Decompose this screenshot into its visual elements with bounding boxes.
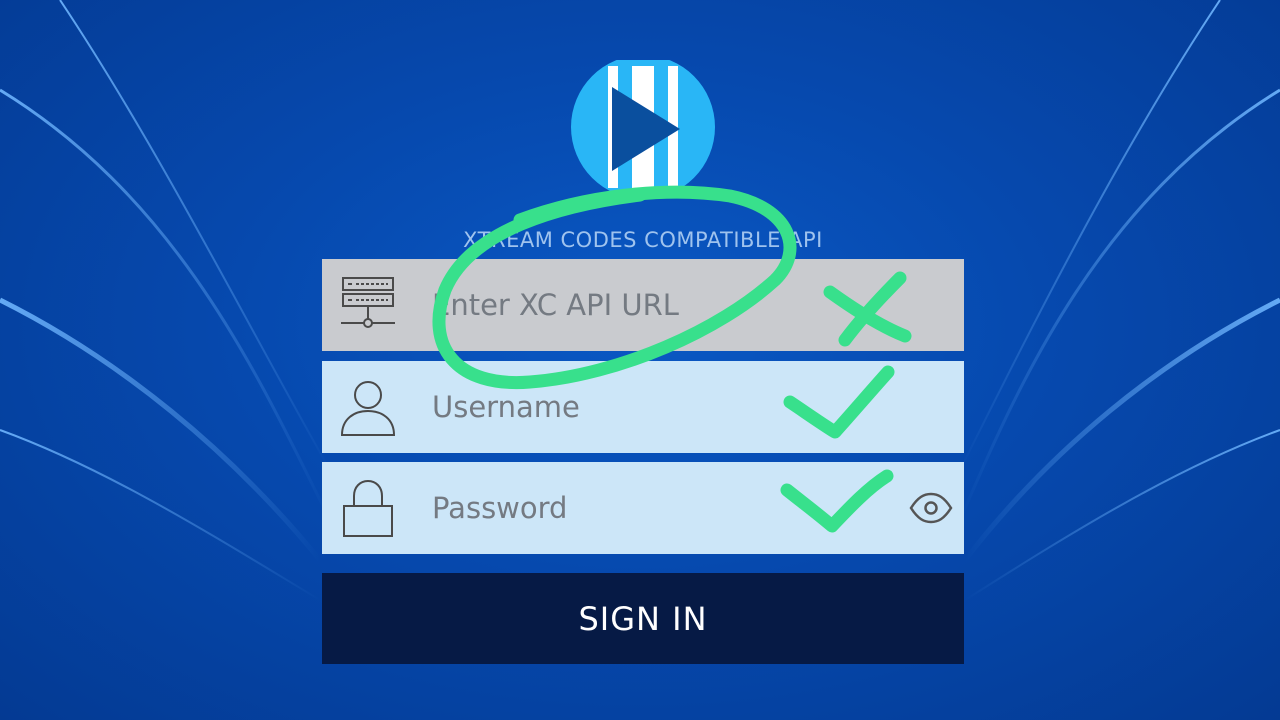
- play-logo-icon: [571, 60, 715, 194]
- eye-icon[interactable]: [908, 488, 954, 528]
- server-icon: [322, 259, 414, 351]
- sign-in-button[interactable]: SIGN IN: [322, 573, 964, 664]
- password-field-row: [322, 462, 964, 554]
- username-input[interactable]: [414, 377, 964, 437]
- subtitle: XTREAM CODES COMPATIBLE API: [463, 228, 823, 252]
- lock-icon: [322, 462, 414, 554]
- url-input[interactable]: [414, 275, 964, 335]
- password-input[interactable]: [414, 478, 964, 538]
- username-field-row: [322, 361, 964, 453]
- user-icon: [322, 361, 414, 453]
- url-field-row: [322, 259, 964, 351]
